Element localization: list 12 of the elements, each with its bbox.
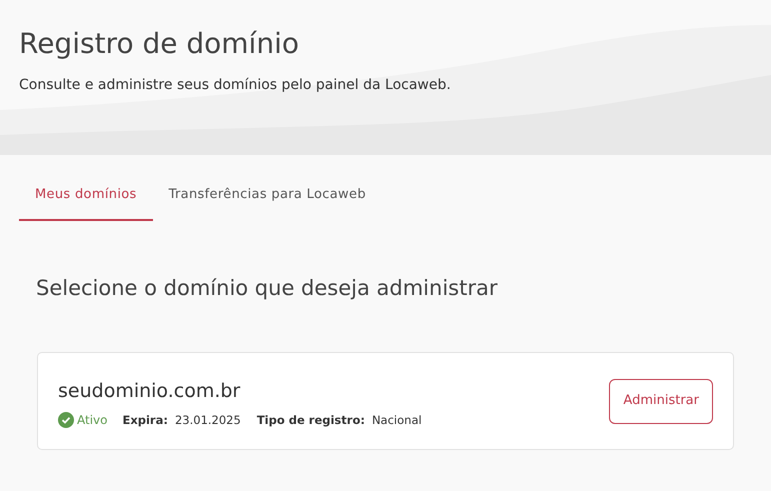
page-subtitle: Consulte e administre seus domínios pelo painel da Locaweb. bbox=[19, 76, 452, 95]
manage-button[interactable]: Administrar bbox=[609, 378, 713, 424]
tab[interactable]: Meus domínios bbox=[19, 185, 153, 220]
domain-name: seudominio.com.br bbox=[58, 378, 242, 404]
page-title: Registro de domínio bbox=[19, 26, 300, 62]
expiry-date: 23.01.2025 bbox=[174, 412, 241, 429]
expiry-label: Expira: bbox=[122, 412, 168, 429]
tab[interactable]: Transferências para Locaweb bbox=[152, 185, 382, 220]
section-title: Selecione o domínio que deseja administrar bbox=[35, 274, 498, 302]
registration-type-label: Tipo de registro: bbox=[256, 412, 365, 429]
registration-type: Nacional bbox=[372, 412, 422, 429]
status-label: Ativo bbox=[77, 412, 108, 430]
